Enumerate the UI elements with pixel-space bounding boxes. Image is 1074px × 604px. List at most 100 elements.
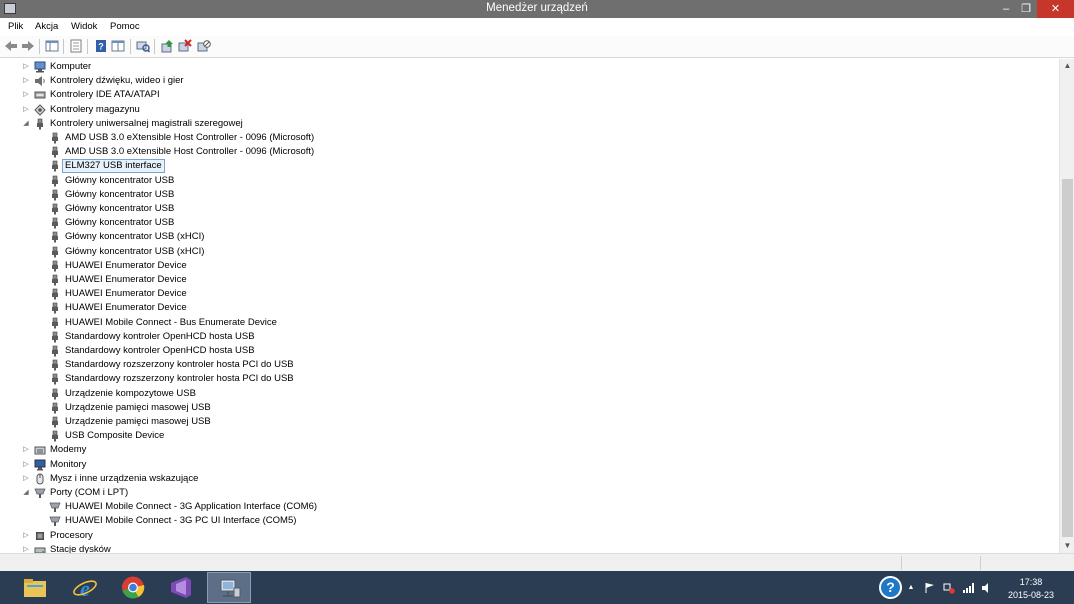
forward-arrow-icon[interactable]: [21, 39, 35, 53]
tree-device[interactable]: Główny koncentrator USB (xHCI): [0, 230, 1059, 244]
tree-device[interactable]: HUAWEI Enumerator Device: [0, 259, 1059, 273]
minimize-button[interactable]: –: [996, 0, 1016, 18]
expand-arrow-icon[interactable]: ▷: [22, 446, 30, 454]
tree-device[interactable]: Główny koncentrator USB (xHCI): [0, 245, 1059, 259]
help-tray-icon[interactable]: ?: [879, 576, 902, 599]
tree-category[interactable]: ◢ Porty (COM i LPT): [0, 486, 1059, 500]
device-tree[interactable]: ▷ Komputer ▷ Kontrolery dźwięku, wideo i gi…: [0, 59, 1059, 553]
tree-item-label[interactable]: Procesory: [48, 530, 95, 542]
tree-device[interactable]: HUAWEI Enumerator Device: [0, 273, 1059, 287]
maximize-button[interactable]: ❐: [1016, 0, 1036, 18]
tree-item-label[interactable]: Urządzenie pamięci masowej USB: [63, 402, 213, 414]
tree-item-label[interactable]: USB Composite Device: [63, 430, 166, 442]
tree-item-label[interactable]: Standardowy rozszerzony kontroler hosta …: [63, 373, 296, 385]
tree-device[interactable]: Urządzenie kompozytowe USB: [0, 387, 1059, 401]
show-hidden-icons-icon[interactable]: ▲: [905, 582, 917, 594]
expand-arrow-icon[interactable]: ▷: [22, 63, 30, 71]
tree-item-label[interactable]: Standardowy kontroler OpenHCD hosta USB: [63, 331, 257, 343]
scroll-down-icon[interactable]: ▼: [1060, 539, 1074, 553]
tree-item-label[interactable]: Mysz i inne urządzenia wskazujące: [48, 473, 200, 485]
tree-item-label[interactable]: AMD USB 3.0 eXtensible Host Controller -…: [63, 132, 316, 144]
file-explorer-icon[interactable]: [13, 572, 57, 603]
tree-device[interactable]: Urządzenie pamięci masowej USB: [0, 415, 1059, 429]
tree-device[interactable]: AMD USB 3.0 eXtensible Host Controller -…: [0, 131, 1059, 145]
tree-device[interactable]: AMD USB 3.0 eXtensible Host Controller -…: [0, 145, 1059, 159]
tree-item-label[interactable]: AMD USB 3.0 eXtensible Host Controller -…: [63, 146, 316, 158]
tree-item-label[interactable]: Modemy: [48, 444, 88, 456]
expand-arrow-icon[interactable]: ▷: [22, 475, 30, 483]
volume-icon[interactable]: [981, 582, 993, 594]
visual-studio-icon[interactable]: [159, 572, 203, 603]
tree-device[interactable]: Główny koncentrator USB: [0, 174, 1059, 188]
tree-category[interactable]: ▷ Kontrolery IDE ATA/ATAPI: [0, 88, 1059, 102]
tree-device[interactable]: Standardowy rozszerzony kontroler hosta …: [0, 372, 1059, 386]
tree-category[interactable]: ▷ Kontrolery magazynu: [0, 103, 1059, 117]
collapse-arrow-icon[interactable]: ◢: [22, 489, 30, 497]
back-arrow-icon[interactable]: [4, 39, 18, 53]
tree-category[interactable]: ◢ Kontrolery uniwersalnej magistrali szer…: [0, 117, 1059, 131]
tree-item-label[interactable]: Porty (COM i LPT): [48, 487, 130, 499]
vertical-scrollbar[interactable]: ▲ ▼: [1059, 59, 1074, 553]
tree-category[interactable]: ▷ Modemy: [0, 443, 1059, 457]
menu-help[interactable]: Pomoc: [110, 21, 140, 32]
tree-item-label[interactable]: Urządzenie pamięci masowej USB: [63, 416, 213, 428]
tree-category[interactable]: ▷ Procesory: [0, 529, 1059, 543]
tree-device[interactable]: Standardowy kontroler OpenHCD hosta USB: [0, 344, 1059, 358]
tree-device[interactable]: HUAWEI Enumerator Device: [0, 287, 1059, 301]
tree-device[interactable]: Główny koncentrator USB: [0, 202, 1059, 216]
tree-device[interactable]: ELM327 USB interface: [0, 159, 1059, 174]
tree-device[interactable]: Urządzenie pamięci masowej USB: [0, 401, 1059, 415]
scan-hardware-icon[interactable]: [136, 39, 150, 53]
tree-category[interactable]: ▷ Monitory: [0, 458, 1059, 472]
update-driver-icon[interactable]: [160, 39, 174, 53]
show-view-icon[interactable]: [111, 39, 125, 53]
tree-item-label[interactable]: Główny koncentrator USB: [63, 203, 176, 215]
expand-arrow-icon[interactable]: ▷: [22, 461, 30, 469]
signal-strength-icon[interactable]: [962, 582, 974, 594]
tree-device[interactable]: HUAWEI Mobile Connect - 3G PC UI Interfa…: [0, 514, 1059, 528]
tree-item-label[interactable]: Standardowy kontroler OpenHCD hosta USB: [63, 345, 257, 357]
tree-item-label[interactable]: ELM327 USB interface: [62, 159, 165, 174]
tree-item-label[interactable]: Główny koncentrator USB: [63, 217, 176, 229]
tree-device[interactable]: USB Composite Device: [0, 429, 1059, 443]
tree-item-label[interactable]: HUAWEI Mobile Connect - 3G PC UI Interfa…: [63, 515, 298, 527]
tree-item-label[interactable]: Monitory: [48, 459, 88, 471]
tree-device[interactable]: HUAWEI Mobile Connect - Bus Enumerate De…: [0, 316, 1059, 330]
tree-item-label[interactable]: HUAWEI Mobile Connect - Bus Enumerate De…: [63, 317, 279, 329]
tree-device[interactable]: Główny koncentrator USB: [0, 216, 1059, 230]
tree-category[interactable]: ▷ Stacje dysków: [0, 543, 1059, 553]
tree-item-label[interactable]: Standardowy rozszerzony kontroler hosta …: [63, 359, 296, 371]
tree-item-label[interactable]: HUAWEI Enumerator Device: [63, 274, 189, 286]
tree-category[interactable]: ▷ Kontrolery dźwięku, wideo i gier: [0, 74, 1059, 88]
clock-date[interactable]: 2015-08-23: [1004, 590, 1058, 600]
tree-item-label[interactable]: Kontrolery IDE ATA/ATAPI: [48, 89, 162, 101]
tree-device[interactable]: HUAWEI Enumerator Device: [0, 301, 1059, 315]
tree-item-label[interactable]: HUAWEI Mobile Connect - 3G Application I…: [63, 501, 319, 513]
clock-time[interactable]: 17:38: [1004, 577, 1058, 587]
collapse-arrow-icon[interactable]: ◢: [22, 120, 30, 128]
disable-device-icon[interactable]: [197, 39, 211, 53]
tree-device[interactable]: Główny koncentrator USB: [0, 188, 1059, 202]
device-manager-icon[interactable]: [207, 572, 251, 603]
expand-arrow-icon[interactable]: ▷: [22, 546, 30, 553]
tree-item-label[interactable]: Komputer: [48, 61, 93, 73]
internet-explorer-icon[interactable]: e: [63, 572, 107, 603]
chrome-icon[interactable]: [111, 572, 155, 603]
menu-view[interactable]: Widok: [71, 21, 97, 32]
tree-device[interactable]: Standardowy rozszerzony kontroler hosta …: [0, 358, 1059, 372]
expand-arrow-icon[interactable]: ▷: [22, 77, 30, 85]
tree-device[interactable]: Standardowy kontroler OpenHCD hosta USB: [0, 330, 1059, 344]
action-center-flag-icon[interactable]: [924, 582, 936, 594]
tree-category[interactable]: ▷ Komputer: [0, 60, 1059, 74]
help-book-icon[interactable]: ?: [94, 39, 108, 53]
close-button[interactable]: ✕: [1037, 0, 1074, 18]
tree-item-label[interactable]: Główny koncentrator USB (xHCI): [63, 246, 206, 258]
tree-item-label[interactable]: Stacje dysków: [48, 544, 113, 553]
tree-item-label[interactable]: Główny koncentrator USB: [63, 175, 176, 187]
tree-item-label[interactable]: HUAWEI Enumerator Device: [63, 260, 189, 272]
tree-item-label[interactable]: Główny koncentrator USB: [63, 189, 176, 201]
expand-arrow-icon[interactable]: ▷: [22, 91, 30, 99]
properties-icon[interactable]: [69, 39, 83, 53]
tree-item-label[interactable]: Główny koncentrator USB (xHCI): [63, 231, 206, 243]
network-error-icon[interactable]: [943, 582, 955, 594]
